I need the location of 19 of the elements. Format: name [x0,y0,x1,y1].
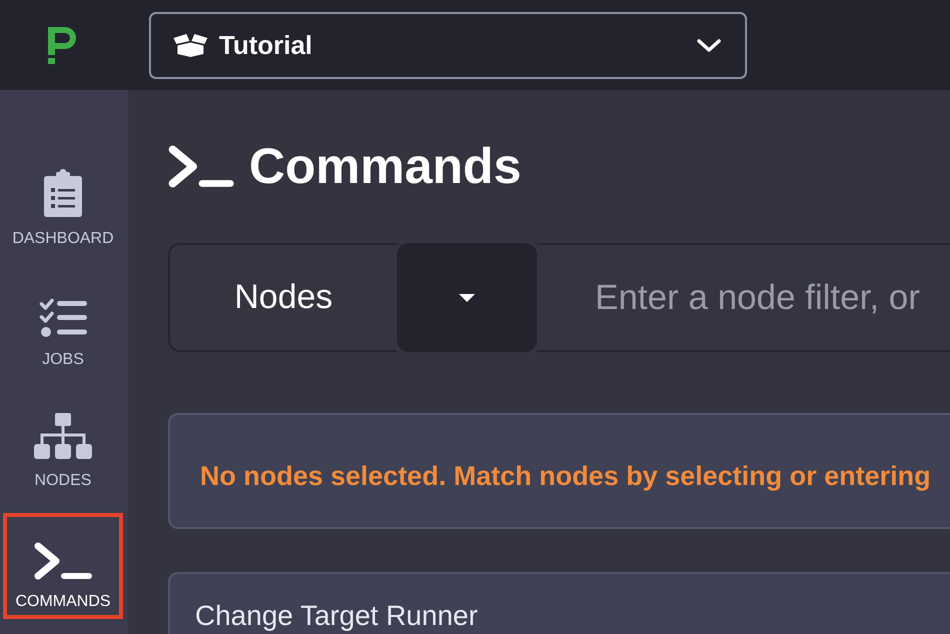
chevron-down-icon [697,38,721,52]
alert-message: No nodes selected. Match nodes by selecting or entering [200,460,931,492]
box-icon [173,33,208,57]
terminal-icon [34,542,92,580]
sidebar-nav-item[interactable]: NODES [3,392,123,498]
filter-scope-label: Nodes [168,243,397,352]
panel-title: Change Target Runner [195,600,478,632]
checklist-icon [39,298,87,338]
caret-down-icon [459,294,475,302]
sidebar-nav-item[interactable]: DASHBOARD [3,150,123,256]
clipboard-icon [44,169,82,217]
page-title: Commands [249,140,522,192]
logo-icon[interactable] [48,26,78,64]
project-selector[interactable]: Tutorial [149,12,747,78]
terminal-icon [168,144,234,188]
sitemap-icon [34,413,92,459]
node-filter-input[interactable]: Enter a node filter, or [537,243,950,352]
sidebar-nav-item[interactable]: JOBS [3,271,123,377]
sidebar-nav-item[interactable]: COMMANDS [3,513,123,619]
